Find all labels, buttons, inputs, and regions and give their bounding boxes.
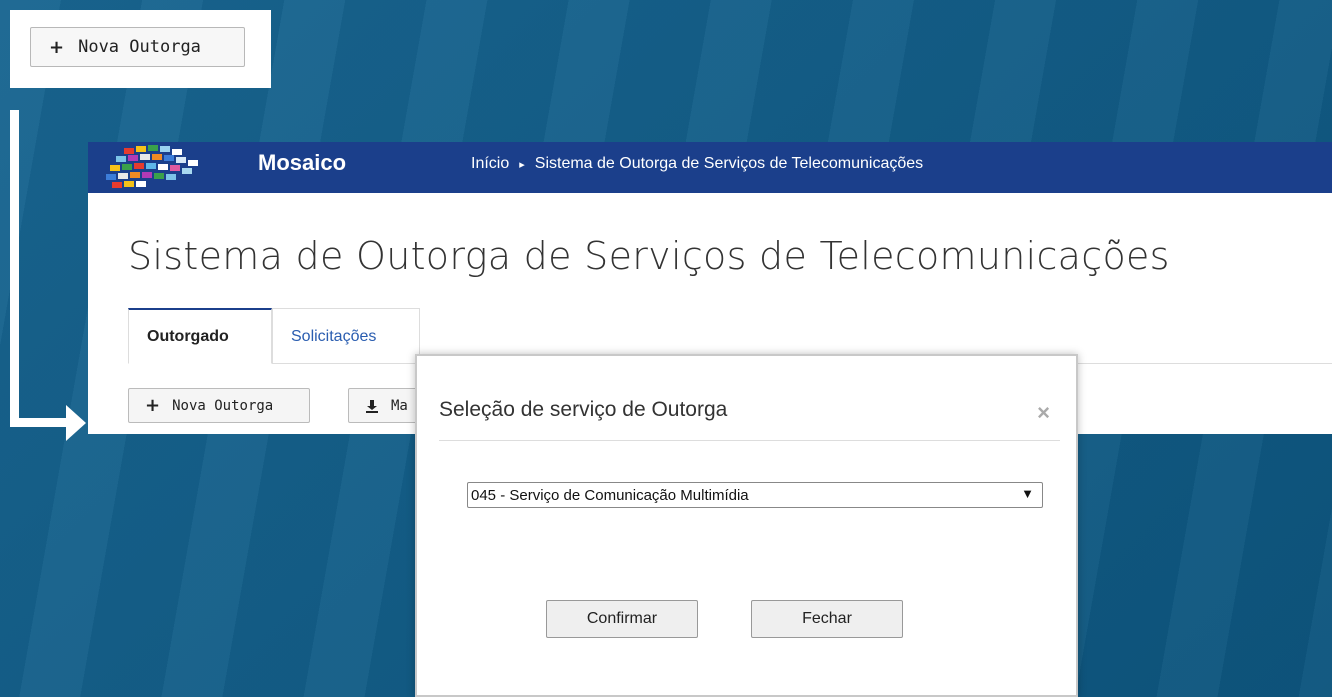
breadcrumb-home[interactable]: Início (471, 155, 509, 173)
brand-name[interactable]: Mosaico (258, 150, 346, 176)
page-title: Sistema de Outorga de Serviços de Teleco… (128, 234, 1170, 278)
service-select[interactable]: 045 - Serviço de Comunicação Multimídia … (467, 482, 1043, 508)
mosaico-logo-icon (106, 145, 198, 188)
download-icon (366, 399, 378, 413)
connector-line-vertical (10, 110, 19, 427)
tab-outorgado[interactable]: Outorgado (128, 308, 272, 364)
chevron-down-icon: ▼ (1021, 486, 1034, 501)
breadcrumb-separator-icon: ▸ (519, 158, 525, 171)
modal-divider (439, 440, 1060, 441)
breadcrumb-current: Sistema de Outorga de Serviços de Teleco… (534, 155, 924, 172)
close-icon[interactable]: × (1037, 400, 1050, 426)
close-button[interactable]: Fechar (751, 600, 903, 638)
confirm-button[interactable]: Confirmar (546, 600, 698, 638)
top-navbar: Mosaico Início ▸ Sistema de Outorga de S… (88, 142, 1332, 193)
plus-icon: + (49, 36, 65, 58)
nova-outorga-label: Nova Outorga (172, 397, 274, 414)
modal-title: Seleção de serviço de Outorga (439, 398, 728, 421)
callout-panel: + Nova Outorga (10, 10, 271, 88)
arrow-right-icon (66, 405, 86, 441)
connector-line-horizontal (10, 418, 70, 427)
callout-button-label: Nova Outorga (78, 37, 201, 57)
service-selection-modal: Seleção de serviço de Outorga × 045 - Se… (415, 354, 1078, 697)
download-label: Ma (391, 397, 408, 414)
nova-outorga-button[interactable]: + Nova Outorga (128, 388, 310, 423)
breadcrumb: Início ▸ Sistema de Outorga de Serviços … (471, 155, 923, 173)
plus-icon: + (145, 395, 161, 416)
service-select-value: 045 - Serviço de Comunicação Multimídia (471, 486, 749, 504)
tab-solicitacoes[interactable]: Solicitações (272, 308, 420, 364)
callout-nova-outorga-button[interactable]: + Nova Outorga (30, 27, 245, 67)
